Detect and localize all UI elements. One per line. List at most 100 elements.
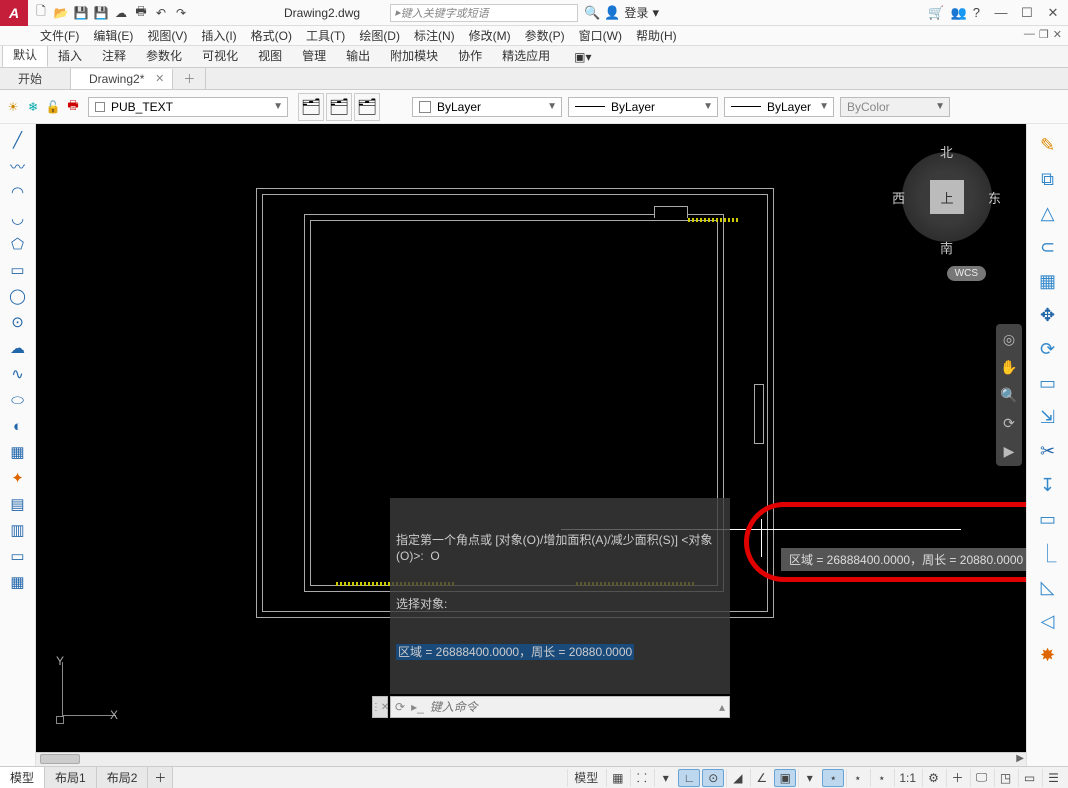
stretch-tool-icon[interactable]: ⇲ — [1032, 402, 1064, 432]
menu-help[interactable]: 帮助(H) — [636, 27, 677, 44]
save-icon[interactable]: 💾 — [72, 4, 90, 22]
nav-zoom-icon[interactable]: 🔍 — [999, 384, 1019, 406]
open-icon[interactable]: 📂 — [52, 4, 70, 22]
ribbon-tab-manage[interactable]: 管理 — [292, 44, 336, 67]
status-otrack-icon[interactable]: ∠ — [750, 769, 772, 787]
menu-format[interactable]: 格式(O) — [251, 27, 292, 44]
join-tool-icon[interactable]: ⎿ — [1032, 538, 1064, 568]
extend-tool-icon[interactable]: ↧ — [1032, 470, 1064, 500]
search-go-icon[interactable]: 🔍 — [584, 5, 600, 21]
drawing-canvas[interactable]: 区域 = 26888400.0000，周长 = 20880.0000 上 北 南… — [36, 124, 1026, 752]
table-tool-icon[interactable]: ▦ — [4, 570, 32, 594]
command-recent-icon[interactable]: ⟳ — [395, 700, 405, 714]
region-tool-icon[interactable]: ▭ — [4, 544, 32, 568]
ribbon-tab-parametric[interactable]: 参数化 — [136, 44, 192, 67]
rectangle-tool-icon[interactable]: ▭ — [4, 258, 32, 282]
menu-param[interactable]: 参数(P) — [525, 27, 565, 44]
explode-tool-icon[interactable]: ✸ — [1032, 640, 1064, 670]
mdi-min[interactable]: — — [1024, 28, 1035, 41]
menu-view[interactable]: 视图(V) — [147, 27, 187, 44]
lineweight-selector[interactable]: ByLayer▼ — [724, 97, 834, 117]
plotstyle-selector[interactable]: ByColor▼ — [840, 97, 950, 117]
menu-draw[interactable]: 绘图(D) — [359, 27, 400, 44]
redo-icon[interactable]: ↷ — [172, 4, 190, 22]
exchange-icon[interactable]: 🛒 — [928, 5, 944, 21]
layer-panel-1-icon[interactable]: 🗂 — [298, 93, 324, 121]
status-osnap-icon[interactable]: ▣ — [774, 769, 796, 787]
move-tool-icon[interactable]: ✥ — [1032, 300, 1064, 330]
hatch-tool-icon[interactable]: ▤ — [4, 492, 32, 516]
status-scale-label[interactable]: 1:1 — [894, 769, 920, 787]
web-icon[interactable]: ☁ — [112, 4, 130, 22]
status-cust-icon[interactable]: ▭ — [1018, 769, 1040, 787]
arc-tool-icon[interactable]: ◠ — [4, 180, 32, 204]
offset-tool-icon[interactable]: ⊂ — [1032, 232, 1064, 262]
saveas-icon[interactable]: 💾 — [92, 4, 110, 22]
ribbon-tab-featured[interactable]: 精选应用 — [492, 44, 560, 67]
menu-window[interactable]: 窗口(W) — [579, 27, 622, 44]
spline-tool-icon[interactable]: ∿ — [4, 362, 32, 386]
status-anno2-icon[interactable]: ⋆ — [846, 769, 868, 787]
nav-wheel-icon[interactable]: ◎ — [999, 328, 1019, 350]
line-tool-icon[interactable]: ╱ — [4, 128, 32, 152]
nav-showmotion-icon[interactable]: ▶ — [999, 440, 1019, 462]
ellipse-tool-icon[interactable]: ⬭ — [4, 388, 32, 412]
menu-edit[interactable]: 编辑(E) — [93, 27, 133, 44]
wcs-badge[interactable]: WCS — [947, 266, 986, 281]
ribbon-tab-output[interactable]: 输出 — [336, 44, 380, 67]
array-tool-icon[interactable]: ▦ — [1032, 266, 1064, 296]
ribbon-expand-icon[interactable]: ▣▾ — [564, 47, 601, 67]
status-polar-icon[interactable]: ⊙ — [702, 769, 724, 787]
status-monitor-icon[interactable]: 🖵 — [970, 769, 992, 787]
layer-selector[interactable]: PUB_TEXT ▼ — [88, 97, 288, 117]
status-drop2-icon[interactable]: ▾ — [798, 769, 820, 787]
polyline-tool-icon[interactable]: 〰 — [4, 154, 32, 178]
status-model-button[interactable]: 模型 — [567, 769, 604, 787]
login-area[interactable]: 🔍 👤 登录 ▾ — [584, 4, 659, 21]
close-button[interactable]: ✕ — [1044, 5, 1062, 21]
undo-icon[interactable]: ↶ — [152, 4, 170, 22]
status-menu-icon[interactable]: ☰ — [1042, 769, 1064, 787]
ribbon-tab-collab[interactable]: 协作 — [448, 44, 492, 67]
revcloud-tool-icon[interactable]: ☁ — [4, 336, 32, 360]
layer-panel-3-icon[interactable]: 🗂 — [354, 93, 380, 121]
cube-south[interactable]: 南 — [940, 238, 953, 257]
status-grid-icon[interactable]: ▦ — [606, 769, 628, 787]
scroll-thumb[interactable] — [40, 754, 80, 764]
menu-tools[interactable]: 工具(T) — [306, 27, 345, 44]
scale-tool-icon[interactable]: ▭ — [1032, 368, 1064, 398]
status-iso2-icon[interactable]: ◳ — [994, 769, 1016, 787]
view-cube[interactable]: 上 北 南 东 西 — [892, 142, 1002, 252]
doc-tab-active[interactable]: Drawing2*✕ — [71, 69, 173, 89]
minimize-button[interactable]: — — [992, 5, 1010, 21]
app-logo[interactable]: A — [0, 0, 28, 26]
menu-insert[interactable]: 插入(I) — [201, 27, 236, 44]
maximize-button[interactable]: ☐ — [1018, 5, 1036, 21]
cube-west[interactable]: 西 — [892, 188, 905, 207]
cube-north[interactable]: 北 — [940, 142, 953, 161]
nav-pan-icon[interactable]: ✋ — [999, 356, 1019, 378]
ribbon-tab-view[interactable]: 视图 — [248, 44, 292, 67]
layer-panel-2-icon[interactable]: 🗂 — [326, 93, 352, 121]
erase-tool-icon[interactable]: ✎ — [1032, 130, 1064, 160]
horizontal-scrollbar[interactable]: ▶ — [36, 752, 1026, 766]
command-input[interactable] — [430, 700, 713, 714]
new-icon[interactable]: 🗋 — [32, 4, 50, 22]
status-iso-icon[interactable]: ◢ — [726, 769, 748, 787]
mdi-restore[interactable]: ❐ — [1039, 28, 1049, 41]
layer-lock-icon[interactable]: 🔓 — [44, 98, 62, 116]
layout-tab-add[interactable]: ＋ — [148, 767, 173, 788]
nav-orbit-icon[interactable]: ⟳ — [999, 412, 1019, 434]
layout-tab-1[interactable]: 布局1 — [45, 767, 97, 788]
fillet-tool-icon[interactable]: ◁ — [1032, 606, 1064, 636]
layout-tab-2[interactable]: 布局2 — [97, 767, 149, 788]
status-gear-icon[interactable]: ⚙ — [922, 769, 944, 787]
status-plus-icon[interactable]: ＋ — [946, 769, 968, 787]
mirror-tool-icon[interactable]: △ — [1032, 198, 1064, 228]
color-selector[interactable]: ByLayer▼ — [412, 97, 562, 117]
scroll-right-icon[interactable]: ▶ — [1016, 753, 1024, 764]
cube-top-face[interactable]: 上 — [930, 180, 964, 214]
linetype-selector[interactable]: ByLayer▼ — [568, 97, 718, 117]
layout-tab-model[interactable]: 模型 — [0, 767, 45, 788]
doc-tab-close-icon[interactable]: ✕ — [155, 72, 164, 85]
